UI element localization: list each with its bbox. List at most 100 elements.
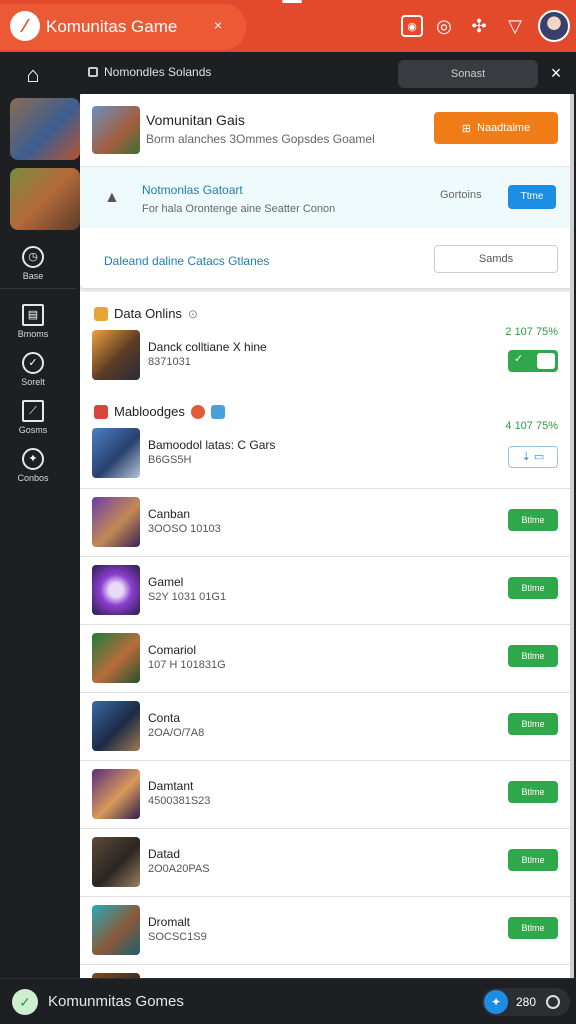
game-title: Conta [148, 711, 181, 725]
sidebar-item-gosms[interactable]: ⟋ Gosms [0, 400, 66, 435]
game-id: 8371031 [148, 356, 191, 368]
game-id: 107 H 101831G [148, 659, 226, 671]
target-icon[interactable]: ◎ [433, 15, 455, 37]
featured-outline-button[interactable]: Samds [434, 245, 558, 273]
app-tab[interactable]: ⁄ Komunitas Game × [0, 4, 246, 50]
list-item[interactable]: Datad 2O0A20PAS Btlme [80, 828, 574, 896]
list-item[interactable] [80, 964, 574, 978]
play-button[interactable]: Btlme [508, 849, 558, 871]
home-icon[interactable]: ⌂ [20, 62, 46, 87]
section-title: Mabloodges [114, 404, 185, 419]
check-circle-icon: ✓ [12, 989, 38, 1015]
grid-icon [210, 404, 225, 419]
list-item[interactable]: Conta 2OA/O/7A8 Btlme [80, 692, 574, 760]
list-item[interactable]: Gamel S2Y 1031 01G1 Btlme [80, 556, 574, 624]
section-icon [94, 404, 108, 419]
toggle-knob [537, 353, 555, 369]
puzzle-icon[interactable]: ✣ [468, 15, 490, 37]
play-button[interactable]: Btlme [508, 781, 558, 803]
game-thumbnail [92, 565, 140, 615]
image-icon[interactable]: ◉ [401, 15, 423, 37]
breadcrumb[interactable]: Nomondles Solands [88, 65, 211, 79]
sidebar-divider [0, 288, 76, 289]
list-item[interactable]: Danck colltiane X hine 8371031 ✓ [80, 328, 574, 392]
featured-subtitle: Borm alanches 3Ommes Gopsdes Goamel [146, 132, 375, 146]
app-logo-icon: ⁄ [10, 11, 40, 41]
game-thumbnail [92, 497, 140, 547]
sidebar-item-sorelt[interactable]: ✓ Sorelt [0, 352, 66, 387]
section-header: Mabloodges [94, 404, 225, 419]
featured-action-button[interactable]: ⊞ Naadtalme [434, 112, 558, 144]
list-item[interactable]: Damtant 4500381S23 Btlme [80, 760, 574, 828]
list-item[interactable]: Dromalt SOCSC1S9 Btlme [80, 896, 574, 964]
game-title: Bamoodol latas: C Gars [148, 438, 276, 452]
clock-icon: ◷ [22, 246, 44, 268]
play-button[interactable]: Btlme [508, 577, 558, 599]
status-bar: ✓ Komunmitas Gomes ✦ 280 [0, 978, 576, 1024]
game-id: B6GS5H [148, 454, 192, 466]
play-button[interactable]: Btlme [508, 645, 558, 667]
game-id: 3OOSO 10103 [148, 523, 221, 535]
bell-icon: ✦ [484, 990, 508, 1014]
settings-icon[interactable] [546, 995, 560, 1009]
game-id: 2O0A20PAS [148, 863, 210, 875]
close-icon[interactable]: × [544, 61, 568, 85]
sidebar-item-bmoms[interactable]: ▤ Bmoms [0, 304, 66, 339]
recent-game-thumbnail-2[interactable] [10, 168, 80, 230]
sidebar-item-label: Conbos [17, 473, 49, 483]
game-id: SOCSC1S9 [148, 931, 207, 943]
game-title: Canban [148, 507, 191, 521]
featured-action-label: Naadtalme [477, 122, 531, 134]
list-item[interactable]: Comariol 107 H 101831G Btlme [80, 624, 574, 692]
search-input[interactable]: Sonast [398, 60, 538, 88]
sidebar-item-label: Sorelt [21, 377, 45, 387]
breadcrumb-label: Nomondles Solands [104, 65, 212, 79]
game-thumbnail [92, 701, 140, 751]
section-title: Data Onlins [114, 306, 182, 321]
refresh-icon[interactable]: ⊙ [188, 307, 198, 321]
app-title: Komunitas Game [46, 17, 178, 36]
left-sidebar: ⌂ ◷ Base ▤ Bmoms ✓ Sorelt ⟋ Gosms ✦ Conb… [0, 52, 80, 1024]
featured-title: Vomunitan Gais [146, 112, 245, 128]
game-id: 4500381S23 [148, 795, 211, 807]
check-icon: ✓ [514, 353, 524, 365]
game-title: Damtant [148, 779, 194, 793]
sidebar-item-base[interactable]: ◷ Base [0, 246, 66, 281]
user-avatar[interactable] [538, 10, 570, 42]
play-button[interactable]: Btlme [508, 713, 558, 735]
check-circle-icon: ✓ [22, 352, 44, 374]
featured-link[interactable]: Daleand daline Catacs Gtlanes [104, 254, 269, 268]
game-thumbnail [92, 330, 140, 380]
notice-subtitle: For hala Orontenge aine Seatter Conon [142, 203, 336, 215]
game-id: S2Y 1031 01G1 [148, 591, 227, 603]
folder-icon [88, 67, 98, 77]
sidebar-item-label: Base [22, 271, 44, 281]
game-thumbnail [92, 837, 140, 887]
game-title: Comariol [148, 643, 197, 657]
sidebar-item-conbos[interactable]: ✦ Conbos [0, 448, 66, 483]
cart-icon[interactable]: ▽ [504, 15, 526, 37]
sidebar-item-label: Gosms [18, 425, 48, 435]
notice-title: Notmonlas Gatoart [142, 183, 243, 197]
notice-label: Gortoins [440, 189, 482, 201]
game-thumbnail [92, 769, 140, 819]
download-button[interactable]: ⇣ ▭ [508, 446, 558, 468]
game-thumbnail [92, 428, 140, 478]
status-text: Komunmitas Gomes [48, 993, 184, 1010]
featured-card: Vomunitan Gais Borm alanches 3Ommes Gops… [80, 94, 574, 288]
notification-count: 280 [516, 995, 537, 1009]
close-tab-icon[interactable]: × [214, 17, 222, 33]
play-button[interactable]: Btlme [508, 917, 558, 939]
list-item[interactable]: Canban 3OOSO 10103 Btlme [80, 488, 574, 556]
scrollbar[interactable] [570, 94, 574, 978]
recent-game-thumbnail-1[interactable] [10, 98, 80, 160]
notice-button[interactable]: Ttme [508, 185, 556, 209]
sidebar-item-label: Bmoms [17, 329, 49, 339]
list-item[interactable]: Bamoodol latas: C Gars B6GS5H ⇣ ▭ [80, 424, 574, 488]
notification-pill[interactable]: ✦ 280 [482, 988, 570, 1016]
chart-icon: ⟋ [22, 400, 44, 422]
play-button[interactable]: Btlme [508, 509, 558, 531]
enable-toggle[interactable]: ✓ [508, 350, 558, 372]
game-thumbnail [92, 633, 140, 683]
featured-game-thumbnail[interactable] [92, 106, 140, 154]
